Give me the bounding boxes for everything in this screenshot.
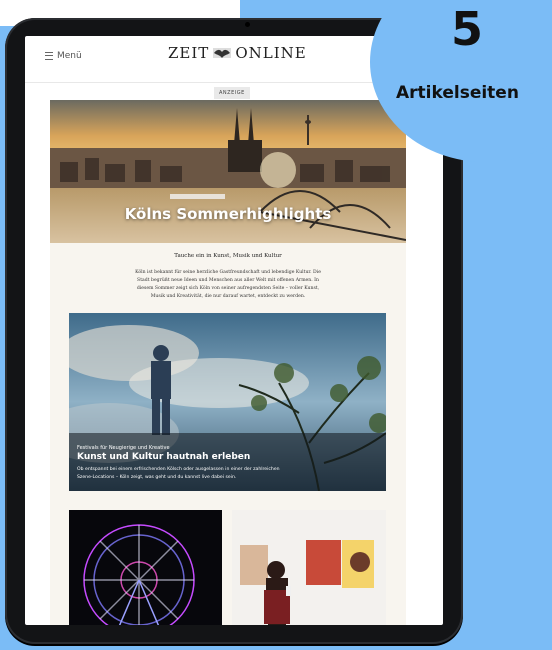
hamburger-icon bbox=[45, 52, 53, 60]
hero-title: Kölns Sommerhighlights bbox=[124, 205, 332, 223]
badge-label: Artikelseiten bbox=[396, 83, 519, 103]
eagle-icon bbox=[213, 48, 232, 58]
badge-number: 5 bbox=[451, 2, 484, 56]
gallery-card[interactable] bbox=[232, 510, 386, 625]
intro-line: diesem Sommer zeigt sich Köln von seiner… bbox=[136, 286, 320, 291]
intro-line: Köln ist bekannt für seine herzliche Gas… bbox=[135, 270, 321, 275]
feature-image bbox=[69, 313, 386, 491]
tablet-screen: Menü ZEIT ONLINE ANZEIGE Kölns Sommerhig… bbox=[25, 36, 443, 625]
feature-title: Kunst und Kultur hautnah erleben bbox=[77, 452, 251, 462]
feature-kicker: Festivals für Neugierige und Kreative bbox=[77, 445, 170, 451]
logo-right-text: ONLINE bbox=[235, 44, 307, 62]
art-gallery-image bbox=[232, 510, 386, 625]
site-logo[interactable]: ZEIT ONLINE bbox=[168, 44, 307, 62]
ad-label: ANZEIGE bbox=[214, 87, 250, 99]
menu-button[interactable]: Menü bbox=[45, 51, 82, 61]
intro-headline: Tauche ein in Kunst, Musik und Kultur bbox=[174, 253, 282, 259]
ferris-wheel-image bbox=[69, 510, 222, 625]
feature-desc-line: Szene-Locations – Köln zeigt, was geht u… bbox=[77, 475, 237, 480]
logo-left-text: ZEIT bbox=[168, 44, 210, 62]
intro-line: Stadt begrüßt neue Ideen und Menschen au… bbox=[137, 278, 319, 283]
intro-text: Köln ist bekannt für seine herzliche Gas… bbox=[86, 269, 370, 301]
stage: Menü ZEIT ONLINE ANZEIGE Kölns Sommerhig… bbox=[0, 0, 552, 650]
feature-card[interactable]: Festivals für Neugierige und Kreative Ku… bbox=[69, 313, 386, 491]
article-content: Kölns Sommerhighlights Tauche ein in Kun… bbox=[50, 100, 406, 625]
feature-desc-line: Ob entspannt bei einem erfrischenden Köl… bbox=[77, 467, 280, 472]
feature-description: Ob entspannt bei einem erfrischenden Köl… bbox=[77, 466, 357, 482]
menu-label: Menü bbox=[57, 51, 82, 61]
ferris-wheel-card[interactable] bbox=[69, 510, 222, 625]
hero-image: Kölns Sommerhighlights bbox=[50, 100, 406, 243]
camera-dot bbox=[245, 22, 250, 27]
intro-line: Musik und Kreativität, die nur darauf wa… bbox=[150, 294, 306, 299]
